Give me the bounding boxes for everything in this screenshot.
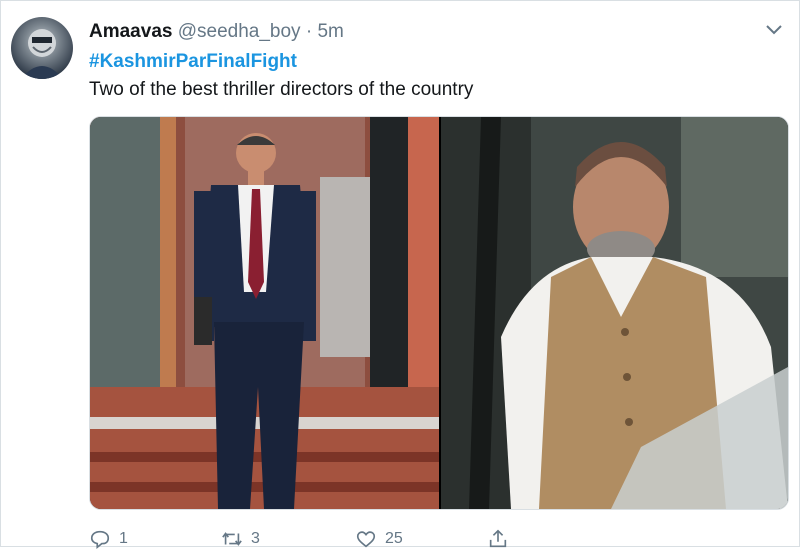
timestamp[interactable]: 5m — [317, 21, 343, 42]
author-name[interactable]: Amaavas — [89, 21, 172, 42]
photo-man-in-nehru-jacket[interactable] — [441, 117, 788, 509]
photo-man-in-suit-walking[interactable] — [90, 117, 439, 509]
like-count: 25 — [385, 530, 403, 547]
separator: · — [305, 21, 313, 42]
tweet-media[interactable] — [89, 116, 789, 510]
hashtag-link[interactable]: #KashmirParFinalFight — [89, 51, 297, 73]
chevron-down-icon[interactable] — [765, 23, 783, 37]
tweet-header: Amaavas @seedha_boy · 5m — [89, 21, 344, 43]
author-handle[interactable]: @seedha_boy — [178, 21, 301, 42]
reply-count: 1 — [119, 530, 128, 547]
tweet-card: Amaavas @seedha_boy · 5m #KashmirParFina… — [0, 0, 800, 549]
tweet-text: Two of the best thriller directors of th… — [89, 79, 474, 100]
avatar[interactable] — [11, 17, 73, 79]
retweet-count: 3 — [251, 530, 260, 547]
